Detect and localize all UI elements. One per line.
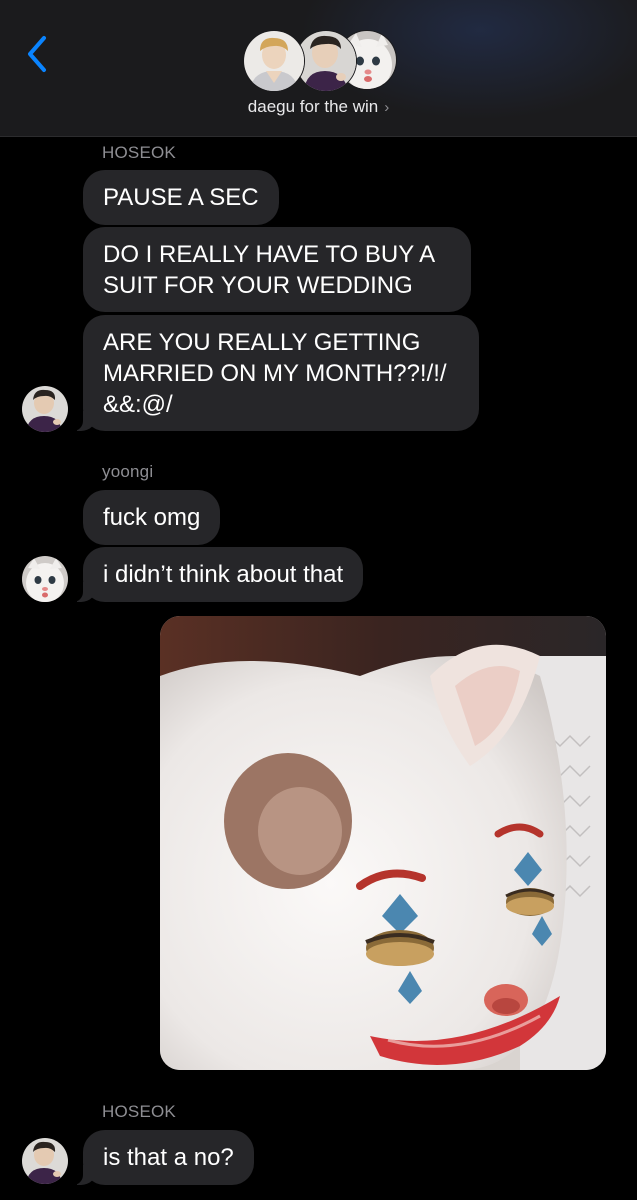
message-bubble[interactable]: is that a no? bbox=[73, 1130, 254, 1185]
message-bubble[interactable]: fuck omg bbox=[83, 490, 221, 545]
group-name-button[interactable]: daegu for the win › bbox=[0, 97, 637, 117]
chevron-right-icon: › bbox=[384, 99, 390, 116]
message-bubble[interactable]: DO I REALLY HAVE TO BUY A SUIT FOR YOUR … bbox=[83, 227, 471, 312]
message-text: i didn’t think about that bbox=[103, 561, 344, 588]
message-text: ARE YOU REALLY GETTING MARRIED ON MY MON… bbox=[103, 328, 447, 418]
avatar-hoseok[interactable] bbox=[22, 1138, 68, 1184]
message-bubble[interactable]: PAUSE A SEC bbox=[83, 170, 279, 225]
message-text: DO I REALLY HAVE TO BUY A SUIT FOR YOUR … bbox=[103, 240, 434, 299]
message-bubble[interactable]: ARE YOU REALLY GETTING MARRIED ON MY MON… bbox=[73, 315, 479, 431]
sender-name: yoongi bbox=[102, 462, 154, 481]
sender-name: HOSEOK bbox=[102, 1102, 176, 1121]
back-button[interactable] bbox=[22, 34, 52, 74]
group-avatars[interactable] bbox=[243, 30, 398, 92]
avatar-yoongi-cat[interactable] bbox=[22, 556, 68, 602]
sender-name: HOSEOK bbox=[102, 143, 176, 162]
image-message-clown-cat[interactable] bbox=[160, 616, 606, 1070]
group-name: daegu for the win bbox=[247, 97, 379, 116]
message-text: fuck omg bbox=[103, 504, 201, 531]
message-text: PAUSE A SEC bbox=[103, 184, 259, 211]
avatar-member bbox=[243, 30, 305, 92]
message-bubble[interactable]: i didn’t think about that bbox=[72, 547, 364, 602]
chevron-left-icon bbox=[28, 36, 46, 72]
conversation-header: daegu for the win › bbox=[0, 0, 637, 137]
avatar-hoseok[interactable] bbox=[22, 386, 68, 432]
message-text: is that a no? bbox=[103, 1144, 234, 1171]
